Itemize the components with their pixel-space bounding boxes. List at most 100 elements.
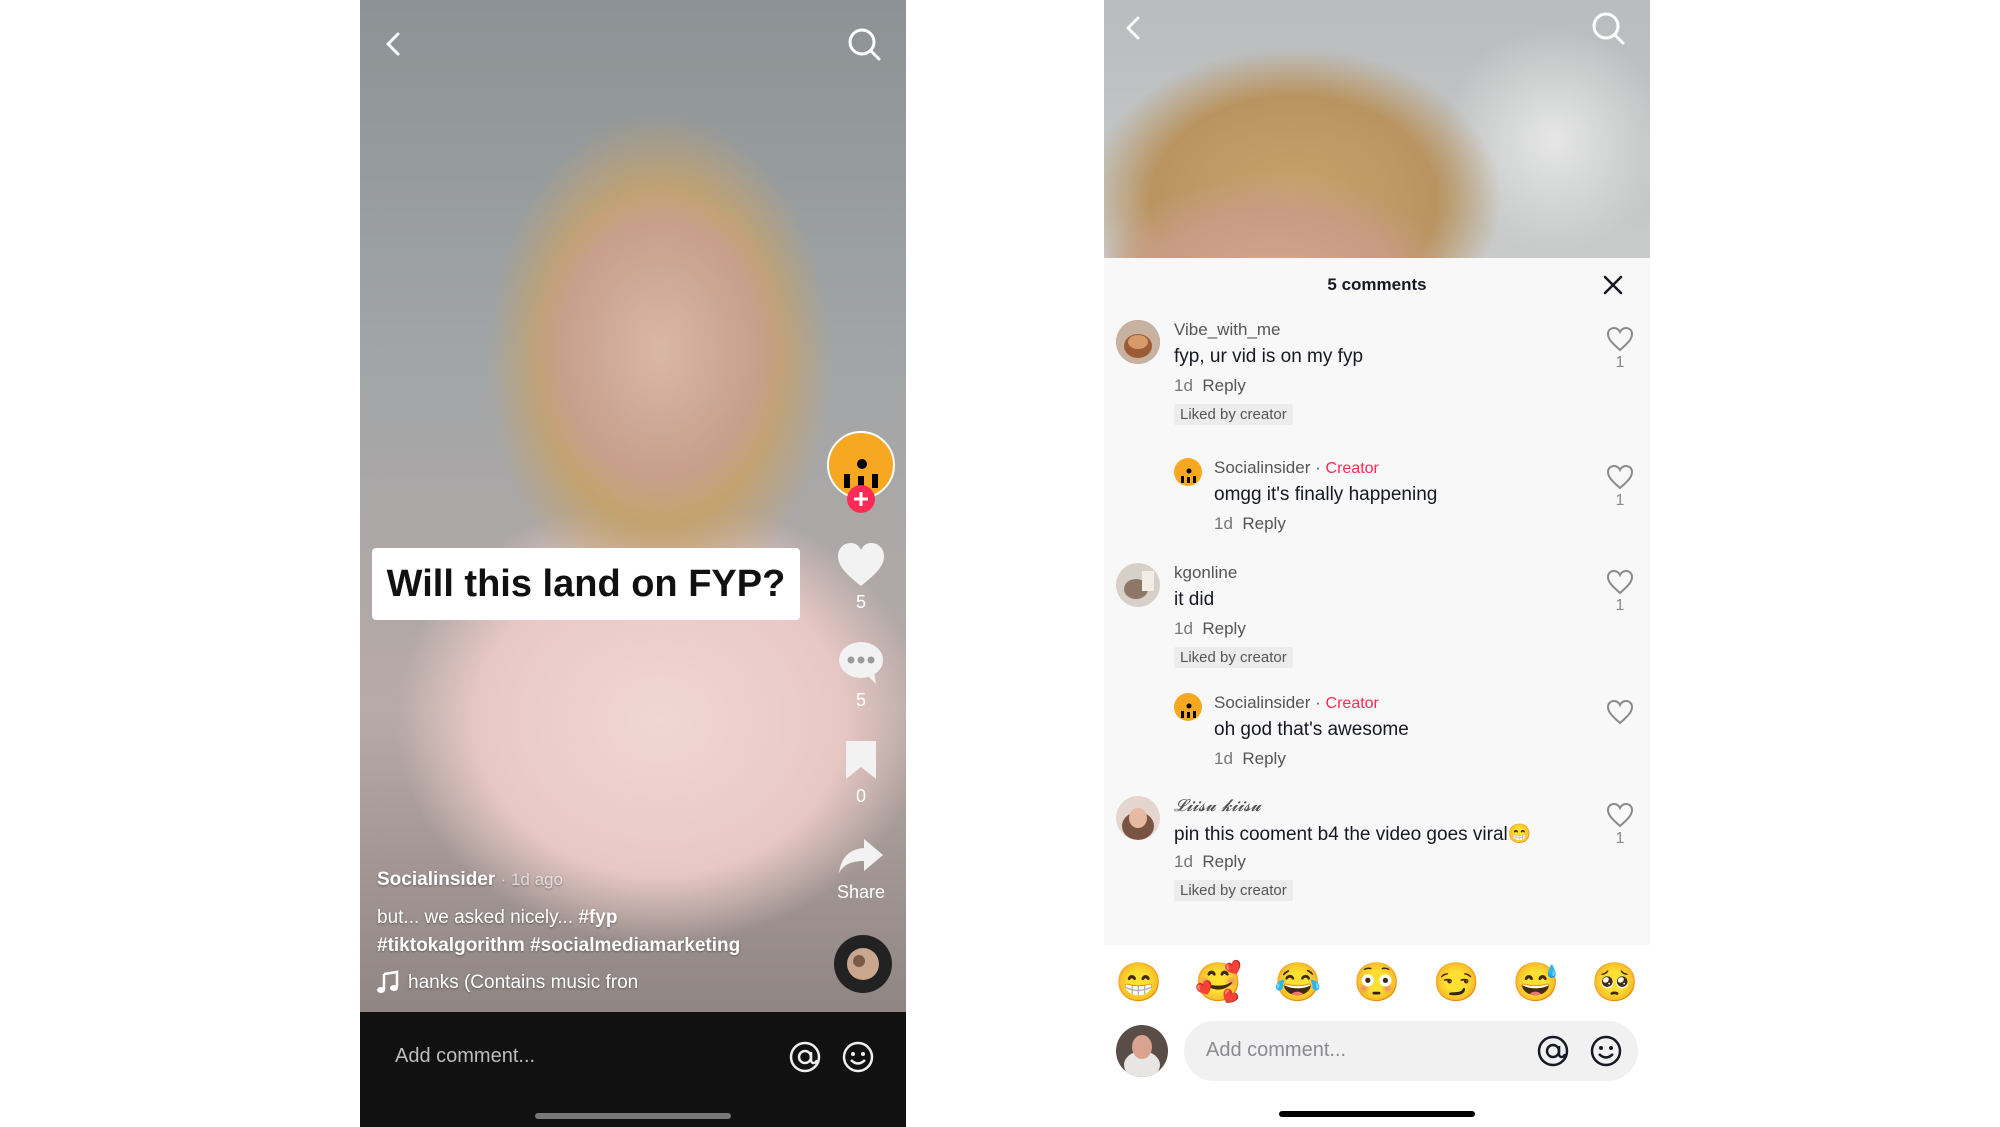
- home-indicator[interactable]: [535, 1113, 731, 1119]
- comment-text: pin this cooment b4 the video goes viral…: [1174, 824, 1532, 845]
- like-button[interactable]: [836, 542, 886, 588]
- video-player[interactable]: [1104, 0, 1650, 258]
- creator-badge: Creator: [1325, 695, 1379, 712]
- comment-meta: 1d Reply: [1214, 514, 1286, 534]
- back-button[interactable]: [1114, 8, 1154, 48]
- reply-button[interactable]: Reply: [1242, 514, 1285, 533]
- search-button[interactable]: [844, 24, 884, 64]
- avatar[interactable]: [1116, 563, 1160, 607]
- comment-username[interactable]: kgonline: [1174, 563, 1237, 583]
- comment-text: it did: [1174, 589, 1215, 610]
- heart-icon: [838, 543, 884, 586]
- share-button[interactable]: [836, 836, 886, 876]
- mention-button[interactable]: [788, 1040, 822, 1074]
- emoji-picker-button[interactable]: [1589, 1034, 1623, 1068]
- comment-count: 5: [855, 690, 866, 710]
- save-button[interactable]: [843, 738, 879, 782]
- comment-time: 1d: [1214, 749, 1233, 768]
- comment-like-count: 1: [1615, 492, 1625, 509]
- back-button[interactable]: [374, 24, 414, 64]
- close-button[interactable]: [1600, 272, 1626, 298]
- caption-text: but... we asked nicely...: [377, 907, 574, 928]
- heart-outline-icon: [1606, 802, 1634, 828]
- music-disc-icon: [834, 935, 892, 993]
- smiley-icon: [1590, 1035, 1622, 1067]
- comment-meta: 1d Reply: [1174, 852, 1246, 872]
- caption-hashtags[interactable]: #tiktokalgorithm #socialmediamarketing: [377, 935, 740, 957]
- separator-dot: ·: [1315, 693, 1321, 712]
- comment-username[interactable]: Vibe_with_me: [1174, 320, 1280, 340]
- comment-like-button[interactable]: [1606, 699, 1634, 725]
- comment-like-button[interactable]: [1606, 802, 1634, 828]
- avatar-image: [1116, 1025, 1168, 1077]
- comment-username[interactable]: 𝓛𝓲𝓲𝓼𝓾 𝓴𝓲𝓲𝓼𝓾: [1174, 796, 1261, 816]
- comment-input[interactable]: Add comment...: [395, 1045, 535, 1068]
- comments-button[interactable]: [836, 640, 886, 686]
- home-indicator[interactable]: [1279, 1111, 1475, 1117]
- comment-username[interactable]: Socialinsider: [1214, 693, 1310, 712]
- follow-button[interactable]: [846, 484, 876, 514]
- smiley-icon: [842, 1041, 874, 1073]
- comment-time: 1d: [1174, 852, 1193, 871]
- emoji-button[interactable]: 🥰: [1193, 961, 1243, 1005]
- video-player[interactable]: [360, 0, 906, 1012]
- comment-input-pill[interactable]: Add comment...: [1184, 1021, 1638, 1081]
- music-note-icon: [375, 970, 401, 996]
- comment-time: 1d: [1174, 376, 1193, 395]
- comment-username-row: Socialinsider · Creator: [1214, 458, 1379, 478]
- emoji-button[interactable]: 😂: [1273, 961, 1323, 1005]
- comment-bubble-icon: [839, 642, 883, 684]
- reply-button[interactable]: Reply: [1242, 749, 1285, 768]
- mention-button[interactable]: [1536, 1034, 1570, 1068]
- hashtag-link[interactable]: #fyp: [578, 907, 617, 928]
- comment-meta: 1d Reply: [1214, 749, 1286, 769]
- avatar[interactable]: [1116, 320, 1160, 364]
- comment-like-count: 1: [1615, 830, 1625, 847]
- comment-time: 1d: [1174, 619, 1193, 638]
- emoji-button[interactable]: 🥺: [1590, 961, 1640, 1005]
- comment-like-count: 1: [1615, 597, 1625, 614]
- video-meta: Socialinsider · 1d ago: [377, 869, 563, 891]
- comment-username-row: Socialinsider · Creator: [1214, 693, 1379, 713]
- reply-button[interactable]: Reply: [1202, 852, 1245, 871]
- right-phone-screen: 5 comments Vibe_with_me fyp, ur vid is o…: [1104, 0, 1650, 1127]
- bookmark-icon: [846, 741, 876, 779]
- comment-meta: 1d Reply: [1174, 619, 1246, 639]
- avatar-image: [1116, 563, 1160, 607]
- search-icon: [848, 28, 881, 61]
- emoji-quick-row: 😁 🥰 😂 😳 😏 😅 🥺: [1114, 961, 1640, 1005]
- search-icon: [1592, 12, 1625, 45]
- music-title[interactable]: hanks (Contains music fron: [408, 972, 638, 994]
- avatar[interactable]: [1174, 693, 1202, 721]
- liked-by-creator-badge: Liked by creator: [1174, 404, 1293, 425]
- comment-like-button[interactable]: [1606, 569, 1634, 595]
- music-disc-button[interactable]: [833, 934, 893, 994]
- emoji-button[interactable]: 😳: [1352, 961, 1402, 1005]
- search-button[interactable]: [1588, 8, 1628, 48]
- share-arrow-icon: [839, 839, 883, 873]
- at-sign-icon: [789, 1041, 821, 1073]
- emoji-button[interactable]: [841, 1040, 875, 1074]
- comment-like-button[interactable]: [1606, 464, 1634, 490]
- video-title-card: Will this land on FYP?: [372, 548, 800, 620]
- comment-text: fyp, ur vid is on my fyp: [1174, 346, 1364, 367]
- reply-button[interactable]: Reply: [1202, 619, 1245, 638]
- comment-like-button[interactable]: [1606, 326, 1634, 352]
- emoji-button[interactable]: 😁: [1114, 961, 1164, 1005]
- chevron-left-icon: [386, 32, 400, 56]
- comment-username[interactable]: Socialinsider: [1214, 458, 1310, 477]
- avatar-image: [1174, 458, 1202, 486]
- author-name[interactable]: Socialinsider: [377, 869, 495, 890]
- chevron-left-icon: [1126, 16, 1140, 40]
- avatar[interactable]: [1116, 796, 1160, 840]
- avatar[interactable]: [1174, 458, 1202, 486]
- post-time: · 1d ago: [500, 870, 563, 889]
- avatar[interactable]: [1116, 1025, 1168, 1077]
- comment-meta: 1d Reply: [1174, 376, 1246, 396]
- emoji-button[interactable]: 😏: [1431, 961, 1481, 1005]
- heart-outline-icon: [1606, 326, 1634, 352]
- comment-input[interactable]: Add comment...: [1206, 1039, 1346, 1062]
- emoji-button[interactable]: 😅: [1511, 961, 1561, 1005]
- reply-button[interactable]: Reply: [1202, 376, 1245, 395]
- at-sign-icon: [1537, 1035, 1569, 1067]
